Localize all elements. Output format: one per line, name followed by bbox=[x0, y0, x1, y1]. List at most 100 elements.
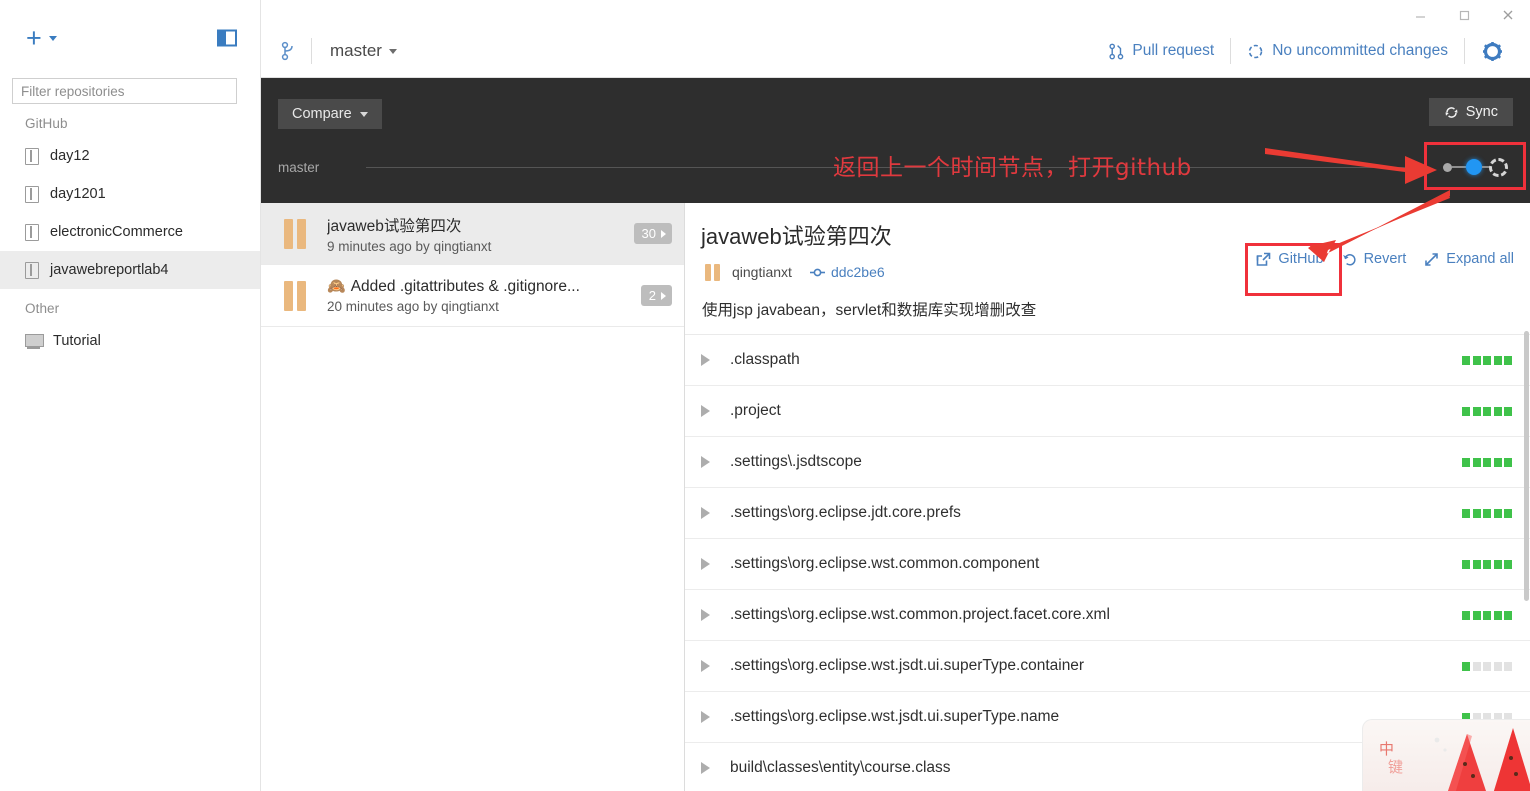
sidebar-item-day1201[interactable]: day1201 bbox=[0, 175, 260, 213]
branch-selector[interactable]: master bbox=[330, 41, 397, 61]
sidebar-item-label: electronicCommerce bbox=[50, 224, 183, 240]
chevron-right-icon[interactable] bbox=[701, 507, 710, 519]
commit-title-text: javaweb试验第四次 bbox=[327, 217, 462, 235]
diff-square bbox=[1462, 661, 1470, 671]
close-icon[interactable] bbox=[1486, 0, 1530, 30]
ime-label-main: 中 bbox=[1379, 740, 1395, 758]
sidebar-item-day12[interactable]: day12 bbox=[0, 137, 260, 175]
chevron-right-icon[interactable] bbox=[701, 354, 710, 366]
sidebar-item-electroniccommerce[interactable]: electronicCommerce bbox=[0, 213, 260, 251]
diff-indicator bbox=[1462, 661, 1512, 671]
scrollbar[interactable] bbox=[1524, 203, 1530, 791]
chevron-right-icon[interactable] bbox=[701, 660, 710, 672]
sidebar-item-tutorial[interactable]: Tutorial bbox=[0, 322, 260, 360]
chevron-right-icon[interactable] bbox=[701, 711, 710, 723]
avatar bbox=[701, 262, 723, 282]
diff-square bbox=[1504, 406, 1512, 416]
sync-button[interactable]: Sync bbox=[1428, 98, 1513, 126]
sidebar-group-title: Other bbox=[25, 301, 60, 316]
file-row[interactable]: .project bbox=[685, 386, 1530, 437]
sidebar-item-label: day1201 bbox=[50, 186, 106, 202]
diff-square bbox=[1483, 610, 1491, 620]
sync-icon bbox=[1445, 106, 1458, 118]
github-button[interactable]: GitHub bbox=[1256, 251, 1324, 267]
external-link-icon bbox=[1257, 252, 1271, 266]
diff-square bbox=[1472, 457, 1481, 467]
chevron-down-icon bbox=[388, 48, 397, 54]
sidebar-group-other: Other Tutorial bbox=[0, 289, 260, 360]
file-row[interactable]: .settings\.jsdtscope bbox=[685, 437, 1530, 488]
file-row[interactable]: .settings\org.eclipse.wst.jsdt.ui.superT… bbox=[685, 641, 1530, 692]
revert-button[interactable]: Revert bbox=[1342, 251, 1406, 267]
diff-square bbox=[1462, 559, 1470, 569]
file-name: .settings\org.eclipse.wst.common.project… bbox=[730, 606, 1110, 623]
commit-description: 使用jsp javabean，servlet和数据库实现增删改查 bbox=[702, 302, 1037, 319]
diff-square bbox=[1472, 508, 1481, 518]
compare-button[interactable]: Compare bbox=[278, 99, 382, 129]
file-name: .project bbox=[730, 402, 781, 419]
search-input[interactable] bbox=[12, 78, 237, 104]
file-name: .settings\org.eclipse.jdt.core.prefs bbox=[730, 504, 961, 521]
commit-list-item[interactable]: 🙈 Added .gitattributes & .gitignore... 2… bbox=[261, 265, 684, 327]
chevron-down-icon bbox=[48, 35, 57, 41]
gear-icon bbox=[1483, 41, 1502, 61]
github-desktop-window: + GitHub day12 day1201 electronicCommerc bbox=[0, 0, 1530, 791]
commit-sha[interactable]: ddc2be6 bbox=[809, 264, 885, 280]
diff-square bbox=[1504, 355, 1512, 365]
diff-square bbox=[1493, 355, 1502, 365]
commit-file-count-badge[interactable]: 2 bbox=[640, 285, 672, 306]
file-name: .settings\.jsdtscope bbox=[730, 453, 862, 470]
chevron-right-icon[interactable] bbox=[701, 405, 710, 417]
repo-icon bbox=[25, 261, 39, 279]
diff-square bbox=[1472, 661, 1481, 671]
file-row[interactable]: .classpath bbox=[685, 335, 1530, 386]
branch-name-label: master bbox=[330, 41, 382, 60]
commit-detail-pane: javaweb试验第四次 qingtianxt ddc2be6 使用jsp ja… bbox=[685, 203, 1530, 791]
commit-author: qingtianxt bbox=[732, 264, 792, 280]
add-repository-button[interactable]: + bbox=[26, 25, 57, 52]
diff-square bbox=[1504, 508, 1512, 518]
expand-all-button[interactable]: Expand all bbox=[1424, 251, 1514, 267]
compare-label: Compare bbox=[292, 106, 352, 122]
diff-square bbox=[1462, 355, 1470, 365]
sidebar-item-javawebreportlab4[interactable]: javawebreportlab4 bbox=[0, 251, 260, 289]
diff-square bbox=[1472, 406, 1481, 416]
timeline-nodes[interactable] bbox=[1424, 150, 1508, 184]
uncommitted-changes-status[interactable]: No uncommitted changes bbox=[1231, 42, 1464, 60]
sidebar-toolbar: + bbox=[0, 0, 260, 78]
commit-sha-text: ddc2be6 bbox=[830, 264, 885, 280]
timeline-dot-previous[interactable] bbox=[1443, 162, 1452, 172]
chevron-right-icon[interactable] bbox=[701, 609, 710, 621]
file-row[interactable]: .settings\org.eclipse.wst.common.compone… bbox=[685, 539, 1530, 590]
chevron-right-icon[interactable] bbox=[701, 558, 710, 570]
pull-request-button[interactable]: Pull request bbox=[1093, 42, 1230, 60]
commit-detail-actions: GitHub Revert Expand all bbox=[1256, 251, 1514, 267]
commit-emoji: 🙈 bbox=[327, 278, 346, 295]
expand-icon bbox=[1425, 252, 1439, 266]
ime-label: 中 键 bbox=[1379, 740, 1403, 776]
scrollbar-thumb[interactable] bbox=[1524, 331, 1529, 601]
timeline-dot-current[interactable] bbox=[1466, 159, 1482, 175]
settings-button[interactable] bbox=[1465, 41, 1516, 61]
commit-subtitle: 20 minutes ago by qingtianxt bbox=[327, 298, 499, 314]
diff-square bbox=[1462, 610, 1470, 620]
expand-all-label: Expand all bbox=[1446, 251, 1514, 267]
maximize-icon[interactable] bbox=[1442, 0, 1486, 30]
minimize-icon[interactable] bbox=[1398, 0, 1442, 30]
ime-floating-popup[interactable]: 中 键 bbox=[1362, 719, 1530, 791]
diff-square bbox=[1472, 610, 1481, 620]
file-row[interactable]: .settings\org.eclipse.wst.common.project… bbox=[685, 590, 1530, 641]
header-actions: Pull request No uncommitted changes bbox=[1093, 38, 1530, 64]
diff-square bbox=[1462, 457, 1470, 467]
annotation-text: 返回上一个时间节点，打开github bbox=[833, 155, 1192, 181]
timeline-dot-head[interactable] bbox=[1489, 157, 1508, 177]
toggle-sidebar-icon[interactable] bbox=[217, 29, 237, 47]
diff-square bbox=[1483, 661, 1491, 671]
commit-file-count-badge[interactable]: 30 bbox=[633, 223, 672, 244]
chevron-right-icon[interactable] bbox=[701, 456, 710, 468]
file-row[interactable]: .settings\org.eclipse.jdt.core.prefs bbox=[685, 488, 1530, 539]
commit-list-item[interactable]: javaweb试验第四次 9 minutes ago by qingtianxt… bbox=[261, 203, 684, 265]
chevron-right-icon[interactable] bbox=[701, 762, 710, 774]
commit-file-count: 2 bbox=[648, 288, 656, 303]
file-name: .settings\org.eclipse.wst.jsdt.ui.superT… bbox=[730, 708, 1060, 725]
